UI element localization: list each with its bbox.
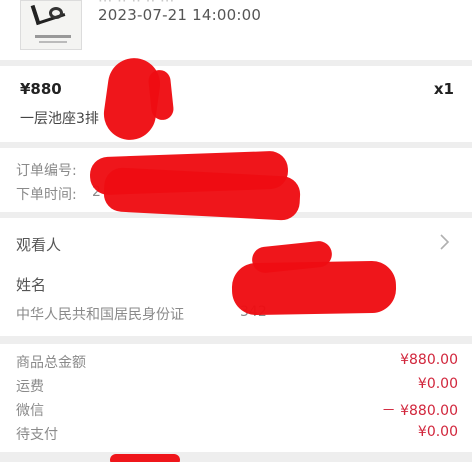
payment-summary-card: 商品总金额 ¥880.00 运费 ¥0.00 微信 － ¥880.00 待支付 … [0, 344, 472, 452]
viewer-section-title[interactable]: 观看人 [16, 234, 61, 255]
ticket-seat: 一层池座3排 [20, 111, 99, 127]
summary-value: ¥0.00 [417, 376, 458, 392]
summary-row: 运费 ¥0.00 [16, 376, 458, 398]
show-poster-image[interactable] [20, 0, 82, 50]
chevron-right-icon[interactable] [434, 232, 454, 252]
summary-label: 运费 [16, 379, 44, 395]
show-datetime: 2023-07-21 14:00:00 [98, 6, 262, 24]
summary-value: ¥880.00 [400, 352, 458, 368]
summary-row: 待支付 ¥0.00 [16, 424, 458, 446]
summary-value: － ¥880.00 [381, 403, 458, 419]
redaction-mark [102, 166, 302, 222]
order-time-label: 下单时间: [16, 187, 77, 203]
viewer-name-label: 姓名 [16, 276, 47, 294]
summary-value: ¥0.00 [417, 424, 458, 440]
redaction-mark [110, 454, 180, 462]
order-number-label: 订单编号: [16, 163, 77, 179]
summary-label: 待支付 [16, 427, 58, 443]
ticket-card: ¥880 x1 一层池座3排 [0, 66, 472, 142]
show-info-card[interactable]: ··· ·· ·· ·· ··· 2023-07-21 14:00:00 [0, 0, 472, 60]
summary-label: 商品总金额 [16, 355, 86, 371]
summary-row: 商品总金额 ¥880.00 [16, 352, 458, 374]
ticket-quantity: x1 [433, 80, 454, 98]
viewer-id-type: 中华人民共和国居民身份证 [16, 307, 184, 323]
summary-row: 微信 － ¥880.00 [16, 400, 458, 422]
summary-label: 微信 [16, 403, 44, 419]
ticket-price: ¥880 [20, 80, 62, 98]
